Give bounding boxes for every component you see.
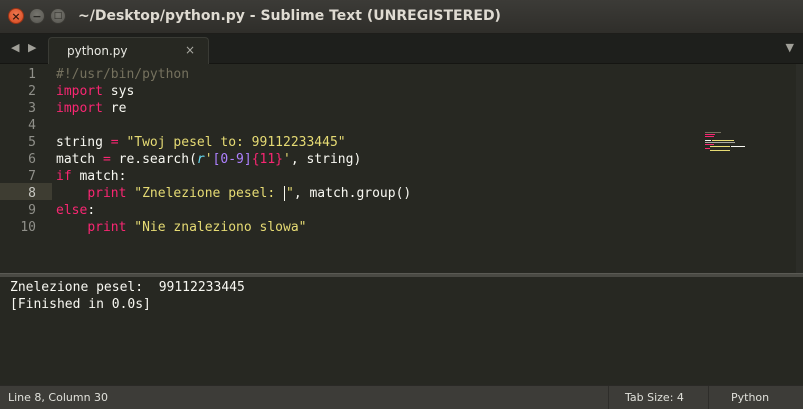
minimap-line <box>705 132 721 133</box>
tab-python-py[interactable]: python.py × <box>48 37 209 64</box>
window-minimize-button[interactable]: − <box>29 8 45 24</box>
tab-nav-left-icon[interactable]: ◀ <box>11 41 19 54</box>
code-editor[interactable]: 1 2 3 4 5 6 7 8 9 10 #!/usr/bin/python import sys i… <box>0 64 803 273</box>
code-token: r <box>196 152 205 167</box>
code-token: string <box>56 135 111 150</box>
code-token: "Nie znaleziono slowa" <box>134 220 307 235</box>
code-token: import <box>56 84 103 99</box>
code-token: : <box>87 203 96 218</box>
minimap[interactable] <box>700 130 760 156</box>
minimap-line <box>710 146 730 147</box>
minimap-line <box>705 148 710 149</box>
code-token: sys <box>102 84 135 99</box>
text-cursor <box>284 186 285 201</box>
cursor-position: Line 8, Column 30 <box>8 391 109 404</box>
code-token: , match.group() <box>293 186 412 201</box>
minimap-line <box>712 140 734 141</box>
line-number: 6 <box>28 152 36 167</box>
code-line: #!/usr/bin/python <box>56 66 189 83</box>
tab-close-icon[interactable]: × <box>185 43 195 57</box>
code-token: [0-9] <box>212 152 252 167</box>
status-bar: Line 8, Column 30 Tab Size: 4 Python <box>0 385 803 409</box>
tab-size-selector[interactable]: Tab Size: 4 <box>608 386 708 409</box>
code-token: match <box>56 152 103 167</box>
minimap-line <box>705 136 714 137</box>
tab-nav-right-icon[interactable]: ▶ <box>28 41 36 54</box>
code-line: if match: <box>56 168 126 185</box>
code-token: ' <box>283 152 291 167</box>
code-token: print <box>87 186 127 201</box>
syntax-selector[interactable]: Python <box>708 386 803 409</box>
code-token: , string) <box>290 152 362 167</box>
minimap-line <box>705 142 735 143</box>
code-token: else <box>56 203 88 218</box>
tab-list-dropdown-icon[interactable]: ▼ <box>786 41 794 54</box>
code-token: "Znelezione pesel: <box>134 186 283 201</box>
code-token: print <box>87 220 127 235</box>
code-token: = <box>102 152 111 167</box>
tab-label: python.py <box>67 44 128 58</box>
tab-bar: ◀ ▶ python.py × ▼ <box>0 34 803 64</box>
line-number: 5 <box>28 135 36 150</box>
code-token: = <box>110 135 119 150</box>
build-output-panel[interactable]: Znelezione pesel: 99112233445 [Finished … <box>0 277 803 385</box>
line-number: 2 <box>28 84 36 99</box>
line-number: 7 <box>28 169 36 184</box>
title-bar: × − □ ~/Desktop/python.py - Sublime Text… <box>0 0 803 34</box>
window-maximize-button[interactable]: □ <box>50 8 66 24</box>
code-token: import <box>56 101 103 116</box>
code-token: if <box>56 169 72 184</box>
code-line: import sys <box>56 83 134 100</box>
window-close-button[interactable]: × <box>8 8 24 24</box>
code-line: import re <box>56 100 126 117</box>
minimap-line <box>705 140 711 141</box>
code-token: match: <box>71 169 127 184</box>
syntax-label: Python <box>731 391 770 404</box>
minimap-line <box>710 150 730 151</box>
vertical-scrollbar[interactable] <box>796 64 803 273</box>
code-line: print "Znelezione pesel: ", match.group(… <box>56 185 411 202</box>
minimap-line <box>705 134 715 135</box>
minimap-line <box>705 144 714 145</box>
line-number: 8 <box>28 186 36 201</box>
code-line: string = "Twoj pesel to: 99112233445" <box>56 134 346 151</box>
line-number: 1 <box>28 67 36 82</box>
line-number: 3 <box>28 101 36 116</box>
code-token: re.search( <box>110 152 197 167</box>
code-line: else: <box>56 202 95 219</box>
code-line: print "Nie znaleziono slowa" <box>56 219 306 236</box>
code-token: #!/usr/bin/python <box>56 67 190 82</box>
tab-size-label: Tab Size: 4 <box>625 391 684 404</box>
line-number-gutter: 1 2 3 4 5 6 7 8 9 10 <box>0 64 50 273</box>
code-token: " <box>286 186 294 201</box>
window-title: ~/Desktop/python.py - Sublime Text (UNRE… <box>78 8 501 24</box>
output-line: [Finished in 0.0s] <box>10 297 151 312</box>
code-token: {11} <box>251 152 283 167</box>
minimap-line <box>731 146 745 147</box>
code-token: ' <box>204 152 213 167</box>
code-token: re <box>102 101 127 116</box>
output-line: Znelezione pesel: 99112233445 <box>10 280 245 295</box>
line-number: 10 <box>20 220 36 235</box>
line-number: 9 <box>28 203 36 218</box>
code-line: match = re.search(r'[0-9]{11}', string) <box>56 151 361 168</box>
line-number: 4 <box>28 118 36 133</box>
code-token: "Twoj pesel to: 99112233445" <box>126 135 346 150</box>
